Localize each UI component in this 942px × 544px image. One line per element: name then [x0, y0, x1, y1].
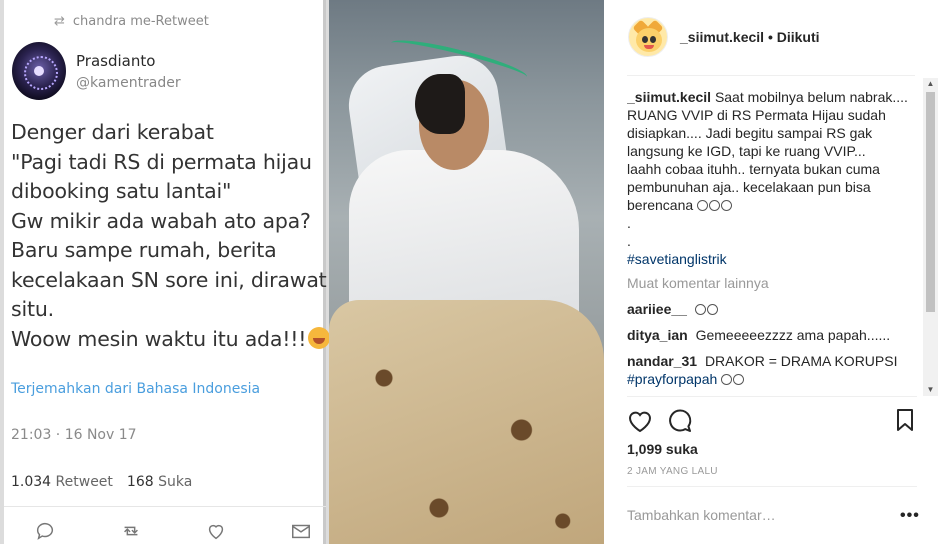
comments-section: _siimut.kecil Saat mobilnya belum nabrak…	[627, 88, 917, 398]
tweet-timestamp: 21:03 · 16 Nov 17	[11, 427, 137, 443]
comment-hashtag[interactable]: #prayforpapah	[627, 371, 717, 387]
caption-dot: .	[627, 215, 631, 231]
user-avatar[interactable]	[628, 17, 668, 57]
laughing-emoji-icon	[308, 326, 331, 349]
comment-username[interactable]: nandar_31	[627, 353, 697, 369]
avatar-eye-left	[642, 36, 648, 43]
tweet-divider	[4, 506, 326, 507]
post-timestamp: 2 JAM YANG LALU	[627, 466, 718, 477]
caption-dot: .	[627, 233, 631, 249]
retweet-by-text: chandra me-Retweet	[72, 14, 209, 29]
laughing-emoji-icon	[694, 301, 719, 317]
tweet-line: Baru sampe rumah, berita	[11, 238, 277, 262]
tweet-translate-link: Terjemahkan dari Bahasa Indonesia	[11, 381, 261, 397]
actions-divider	[627, 396, 917, 397]
like-count: 168	[126, 474, 154, 490]
follow-status[interactable]: • Diikuti	[768, 29, 820, 45]
photo-blanket	[329, 300, 604, 544]
load-more-comments-button[interactable]: Muat komentar lainnya	[627, 274, 917, 292]
heart-icon[interactable]	[626, 407, 654, 435]
more-options-icon[interactable]: •••	[900, 507, 920, 525]
comment-item: aariiee__	[627, 300, 917, 318]
post-side-panel: _siimut.kecil • Diikuti _siimut.kecil Sa…	[604, 0, 942, 544]
tweet-line: situ.	[11, 297, 54, 321]
message-icon	[290, 520, 314, 544]
tweet-retweet-stat: 1.034 Retweet	[11, 474, 113, 490]
caption-text-2: laahh cobaa ituhh.. ternyata bukan cuma …	[627, 161, 880, 213]
tweet-body: Denger dari kerabat "Pagi tadi RS di per…	[11, 118, 352, 355]
caption-hashtag[interactable]: #savetianglistrik	[627, 250, 917, 268]
tweet-action-bar	[34, 520, 314, 544]
tweet-line: "Pagi tadi RS di permata hijau	[11, 149, 312, 174]
comment-text: Gemeeeeezzzz ama papah......	[695, 327, 891, 343]
tweet-author-avatar	[12, 42, 66, 100]
add-comment-input[interactable]	[627, 505, 877, 525]
comment-username[interactable]: ditya_ian	[627, 327, 688, 343]
bookmark-icon[interactable]	[892, 407, 920, 435]
tweet-line: Denger dari kerabat	[11, 120, 214, 144]
tweet-author-name: Prasdianto	[76, 52, 156, 70]
photo-patient-hair	[415, 74, 465, 134]
retweet-count: 1.034	[11, 474, 52, 490]
tweet-screenshot: ⇄ chandra me-Retweet Prasdianto @kamentr…	[4, 0, 352, 544]
hospital-photo	[329, 0, 604, 544]
tweet-line: dibooking satu lantai"	[11, 179, 232, 203]
comment-bubble-icon[interactable]	[666, 407, 694, 435]
tweet-author-handle: @kamentrader	[76, 75, 181, 91]
post-author: _siimut.kecil • Diikuti	[680, 29, 820, 45]
retweet-icon: ⇄	[54, 14, 65, 29]
caption-username[interactable]: _siimut.kecil	[627, 89, 711, 105]
like-label: Suka	[158, 474, 193, 490]
scroll-up-arrow-icon[interactable]: ▲	[923, 78, 938, 90]
tweet-line: kecelakaan SN sore ini, dirawat di	[11, 267, 352, 292]
post-username-link[interactable]: _siimut.kecil	[680, 29, 764, 45]
retweet-indicator: ⇄ chandra me-Retweet	[54, 14, 209, 29]
retweet-label: Retweet	[55, 474, 113, 490]
crying-emoji-icon	[721, 371, 745, 387]
tweet-line: Woow mesin waktu itu ada!!!	[11, 326, 307, 351]
comment-username[interactable]: aariiee__	[627, 301, 687, 317]
comment-item: ditya_ian Gemeeeeezzzz ama papah......	[627, 326, 917, 344]
tweet-line-last: Woow mesin waktu itu ada!!!	[11, 325, 331, 355]
comment-text: DRAKOR = DRAMA KORUPSI	[704, 353, 898, 369]
retweet-action-icon	[119, 520, 143, 544]
comment-divider	[627, 486, 917, 487]
like-count[interactable]: 1,099 suka	[627, 441, 698, 457]
post-caption: _siimut.kecil Saat mobilnya belum nabrak…	[627, 88, 917, 268]
tweet-line: Gw mikir ada wabah ato apa?	[11, 208, 311, 233]
post-media[interactable]: ⇄ chandra me-Retweet Prasdianto @kamentr…	[0, 0, 604, 544]
scroll-thumb[interactable]	[926, 92, 935, 312]
like-action-icon	[205, 520, 229, 544]
laughing-emoji-icon	[697, 197, 733, 213]
comment-item: nandar_31 DRAKOR = DRAMA KORUPSI #prayfo…	[627, 352, 917, 388]
post-action-bar	[626, 407, 916, 435]
scroll-down-arrow-icon[interactable]: ▼	[923, 384, 938, 396]
tweet-stats: 1.034 Retweet 168 Suka	[11, 474, 192, 490]
tweet-like-stat: 168 Suka	[127, 474, 192, 490]
header-divider	[627, 75, 915, 76]
comments-scrollbar[interactable]: ▲ ▼	[923, 78, 938, 396]
avatar-eye-right	[650, 36, 656, 43]
reply-icon	[34, 520, 58, 544]
post-header: _siimut.kecil • Diikuti	[604, 0, 942, 75]
